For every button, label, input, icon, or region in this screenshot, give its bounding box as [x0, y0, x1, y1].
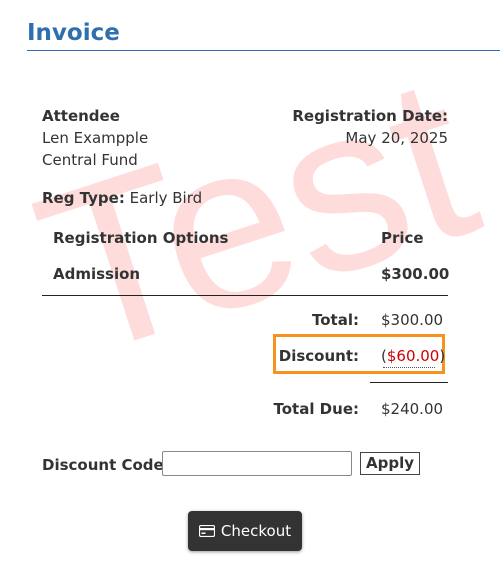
- discount-label: Discount:: [278, 347, 359, 365]
- attendee-name: Len Exampple: [42, 129, 149, 147]
- credit-card-icon: [198, 525, 215, 537]
- total-due-label: Total Due:: [273, 400, 359, 418]
- discount-underline: [383, 367, 435, 368]
- registration-date-value: May 20, 2025: [345, 129, 448, 147]
- discount-paren-close: ): [439, 347, 446, 365]
- registration-date-heading: Registration Date:: [292, 107, 448, 125]
- discount-value: ($60.00): [381, 346, 445, 366]
- attendee-heading: Attendee: [42, 107, 120, 125]
- total-label: Total:: [312, 311, 359, 329]
- row-price-admission: $300.00: [381, 265, 450, 283]
- page-title: Invoice: [27, 20, 120, 46]
- reg-type: Reg Type: Early Bird: [42, 188, 202, 208]
- total-value: $300.00: [381, 311, 444, 329]
- discount-code-input[interactable]: [162, 451, 352, 476]
- checkout-label: Checkout: [220, 522, 292, 540]
- discount-amount: $60.00: [386, 347, 440, 365]
- reg-type-value: Early Bird: [129, 189, 203, 207]
- reg-type-label: Reg Type:: [42, 189, 125, 207]
- table-divider: [42, 295, 448, 296]
- column-header-price: Price: [381, 229, 424, 247]
- column-header-options: Registration Options: [53, 229, 229, 247]
- totals-divider: [370, 382, 448, 383]
- apply-button[interactable]: Apply: [360, 452, 420, 475]
- total-due-value: $240.00: [381, 400, 444, 418]
- header-divider: [27, 50, 500, 51]
- attendee-organization: Central Fund: [42, 151, 138, 169]
- row-option-admission: Admission: [53, 265, 141, 283]
- discount-code-label: Discount Code:: [42, 456, 170, 474]
- checkout-button[interactable]: Checkout: [188, 511, 302, 551]
